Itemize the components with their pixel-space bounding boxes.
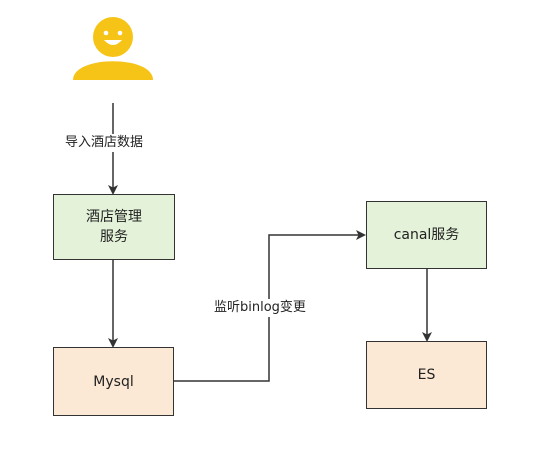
canal-service-node: canal服务 xyxy=(366,201,487,269)
es-node: ES xyxy=(366,341,487,409)
user-smiley-icon xyxy=(73,17,153,80)
mysql-label: Mysql xyxy=(93,373,134,390)
edge-label-import: 导入酒店数据 xyxy=(63,134,146,152)
architecture-diagram: 导入酒店数据 监听binlog变更 酒店管理 服务 Mysql canal服务 … xyxy=(0,0,559,461)
hotel-management-service-node: 酒店管理 服务 xyxy=(53,194,175,260)
hotel-management-service-label: 酒店管理 服务 xyxy=(86,209,142,245)
es-label: ES xyxy=(417,367,436,383)
canal-service-label: canal服务 xyxy=(393,227,460,243)
mysql-node: Mysql xyxy=(53,347,174,416)
edge-label-binlog: 监听binlog变更 xyxy=(212,299,308,317)
